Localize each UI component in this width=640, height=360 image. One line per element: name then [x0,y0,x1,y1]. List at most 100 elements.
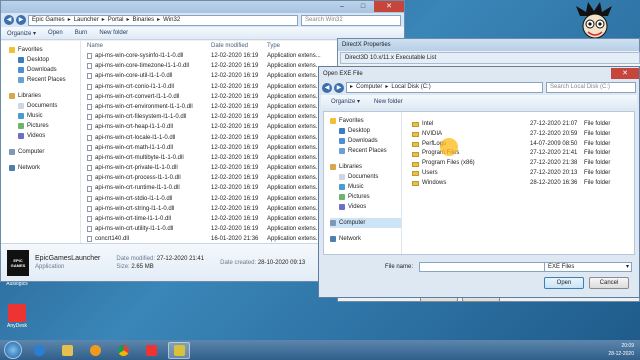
nav-documents[interactable]: Documents [9,101,80,111]
taskbar-explorer[interactable] [56,342,78,359]
nav-documents[interactable]: Documents [330,172,401,182]
taskbar-directx-tool[interactable] [168,341,190,359]
close-button[interactable]: ✕ [374,1,404,12]
file-name: concrt140.dll [87,234,211,243]
folder-name: Windows [412,179,530,189]
nav-videos[interactable]: Videos [330,202,401,212]
burn-button[interactable]: Burn [75,30,88,36]
nav-computer[interactable]: Computer [330,218,401,228]
file-date: 12-02-2020 16:19 [211,154,259,161]
folder-date: 28-12-2020 16:36 [530,179,578,186]
file-icon [87,124,92,131]
nav-label: Pictures [27,123,49,129]
nav-videos[interactable]: Videos [9,131,80,141]
details-created: 28-10-2020 09:13 [257,259,306,266]
folder-name: PerfLogs [412,140,530,150]
nav-desktop[interactable]: Desktop [330,126,401,136]
minimize-button[interactable]: – [332,1,352,12]
explorer-titlebar: – □ ✕ [1,1,404,13]
file-icon [87,236,92,243]
nav-recent-places[interactable]: Recent Places [9,75,80,85]
back-arrow-icon[interactable]: ◀ [4,15,14,25]
nav-downloads[interactable]: Downloads [330,136,401,146]
nav-libraries[interactable]: Libraries [9,91,80,101]
open-button[interactable]: Open [544,277,584,289]
column-type[interactable]: Type [267,41,327,51]
nav-recent-places[interactable]: Recent Places [330,146,401,156]
nav-computer[interactable]: Computer [9,147,80,157]
nav-libraries[interactable]: Libraries [330,162,401,172]
nav-music[interactable]: Music [330,182,401,192]
dialog-new-folder-button[interactable]: New folder [374,99,403,105]
dialog-close-button[interactable]: ✕ [611,68,639,79]
folder-date: 27-12-2020 20:59 [530,130,578,137]
address-bar[interactable]: Epic Games ▸ Launcher ▸ Portal ▸ Binaries ▸ … [28,14,298,26]
details-modified: 27-12-2020 21:41 [156,255,205,262]
open-button[interactable]: Open [48,30,63,36]
breadcrumb-binaries[interactable]: Binaries [132,16,154,25]
nav-desktop[interactable]: Desktop [9,55,80,65]
system-clock[interactable]: 20:09 28-12-2020 [608,342,634,358]
breadcrumb-computer[interactable]: Computer [356,83,382,92]
nav-favorites[interactable]: Favorites [9,45,80,55]
column-name[interactable]: Name [87,41,211,51]
network-icon [9,165,15,171]
breadcrumb-local-disk[interactable]: Local Disk (C:) [391,83,430,92]
nav-network[interactable]: Network [330,234,401,244]
taskbar-media[interactable] [84,342,106,359]
folder-icon [412,122,419,128]
start-button[interactable] [4,341,22,359]
folder-type: File folder [584,140,611,147]
explorer-address-row: ◀ ▶ Epic Games ▸ Launcher ▸ Portal ▸ Binari… [1,13,404,27]
explorer-nav-pane: Favorites Desktop Downloads Recent Place… [1,41,81,243]
music-icon [18,113,24,119]
organize-button[interactable]: Organize ▾ [7,30,36,37]
folder-type: File folder [584,160,611,167]
breadcrumb-launcher[interactable]: Launcher [74,16,99,25]
search-input[interactable]: Search Win32 [301,14,401,26]
breadcrumb-win32[interactable]: Win32 [163,16,180,25]
folder-row[interactable]: Program Files (x86) 27-12-2020 21:38 File … [412,159,634,169]
nav-favorites[interactable]: Favorites [330,116,401,126]
back-arrow-icon[interactable]: ◀ [322,82,332,93]
new-folder-button[interactable]: New folder [99,30,128,36]
dialog-toolbar: Organize ▾ New folder [321,95,637,108]
nav-pictures[interactable]: Pictures [9,121,80,131]
nav-label: Documents [348,174,379,180]
dialog-search-input[interactable]: Search Local Disk (C:) [546,82,636,93]
breadcrumb-portal[interactable]: Portal [108,16,124,25]
folder-row[interactable]: Users 27-12-2020 20:13 File folder [412,169,634,179]
taskbar-ie[interactable] [28,342,50,359]
nav-pictures[interactable]: Pictures [330,192,401,202]
music-icon [339,184,345,190]
folder-row[interactable]: Windows 28-12-2020 16:36 File folder [412,179,634,189]
file-type-select[interactable]: EXE Files ▾ [544,262,632,272]
folder-icon [412,181,419,187]
nav-network[interactable]: Network [9,163,80,173]
filename-input[interactable] [419,262,546,272]
details-type: Application [35,264,65,270]
folder-date: 27-12-2020 21:07 [530,121,578,127]
taskbar-anydesk[interactable] [140,342,162,359]
dialog-address-bar[interactable]: ▸ Computer ▸ Local Disk (C:) [346,82,543,93]
breadcrumb-epic-games[interactable]: Epic Games [32,16,65,25]
folder-row[interactable]: Intel 27-12-2020 21:07 File folder [412,120,634,130]
dialog-organize-button[interactable]: Organize ▾ [331,98,360,105]
forward-arrow-icon[interactable]: ▶ [16,15,26,25]
cancel-button[interactable]: Cancel [589,277,629,289]
desktop-icon-label: AnyDesk [6,323,27,329]
file-date: 16-01-2020 21:36 [211,236,259,243]
file-name: api-ms-win-crt-process-l1-1-0.dll [87,173,211,183]
desktop-icon-anydesk[interactable]: AnyDesk [2,304,32,329]
nav-label: Recent Places [348,148,387,154]
file-name: api-ms-win-crt-time-l1-1-0.dll [87,214,211,224]
maximize-button[interactable]: □ [353,1,373,12]
desktop-icon [18,57,24,63]
filename-row: File name: [385,262,546,272]
executable-list-window: Direct3D 10.x/11.x Executable List [340,52,640,64]
forward-arrow-icon[interactable]: ▶ [334,82,344,93]
nav-music[interactable]: Music [9,111,80,121]
taskbar-chrome[interactable] [112,342,134,359]
nav-downloads[interactable]: Downloads [9,65,80,75]
column-date-modified[interactable]: Date modified [211,41,267,51]
